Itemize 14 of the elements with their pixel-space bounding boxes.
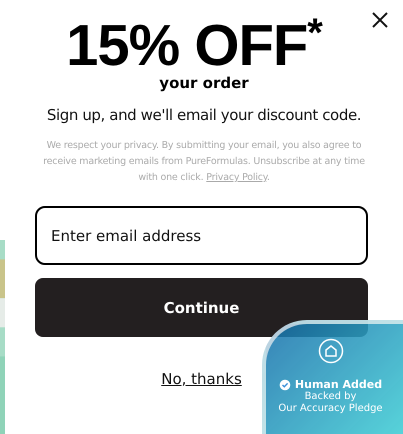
badge-text: Backed by	[304, 391, 356, 403]
close-button[interactable]	[371, 11, 389, 29]
badge-text: Our Accuracy Pledge	[278, 403, 383, 415]
subheadline: your order	[159, 74, 249, 92]
no-thanks-link[interactable]: No, thanks	[161, 370, 242, 388]
email-field[interactable]: Enter email address	[35, 206, 368, 265]
close-icon	[371, 11, 389, 29]
tagline: Sign up, and we'll email your discount code.	[46, 106, 362, 124]
privacy-notice: We respect your privacy. By submitting your email, you also agree to receive marketing emails from PureFormulas. Unsubscribe at any time with one click. Privacy Policy.	[42, 139, 366, 185]
continue-button[interactable]: Continue	[35, 278, 368, 337]
check-icon	[278, 378, 291, 390]
badge-title: Human Added	[294, 378, 382, 391]
headline: 15% OFF$^{*}$	[66, 18, 322, 74]
house-icon	[318, 338, 344, 364]
